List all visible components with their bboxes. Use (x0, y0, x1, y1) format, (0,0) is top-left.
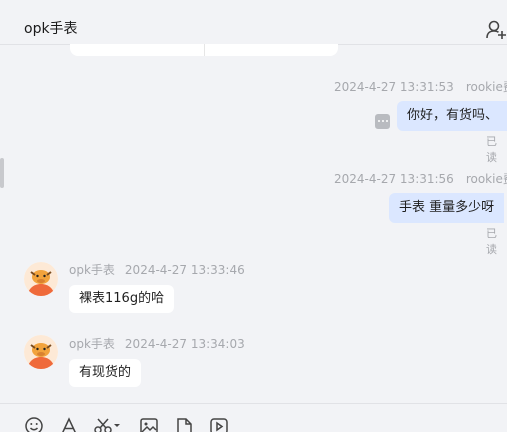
message-time: 2024-4-27 13:34:03 (124, 337, 245, 351)
message-meta: 2024-4-27 13:31:56 rookie费 (334, 170, 507, 187)
emoji-icon[interactable] (24, 416, 44, 432)
file-icon[interactable] (174, 416, 194, 432)
scissors-icon[interactable] (93, 416, 121, 432)
avatar[interactable] (24, 262, 58, 296)
image-icon[interactable] (139, 416, 159, 432)
message-bubble-self[interactable]: 手表 重量多少呀 (389, 193, 505, 223)
message-sender: rookie费 (465, 172, 507, 186)
video-icon[interactable] (209, 416, 229, 432)
read-status: 已读 (486, 135, 497, 164)
more-options-icon[interactable] (375, 114, 390, 129)
input-toolbar (0, 403, 507, 432)
chat-title: opk手表 (24, 21, 78, 37)
message-meta: 2024-4-27 13:31:53 rookie费 (334, 78, 507, 95)
font-icon[interactable] (59, 416, 79, 432)
message-bubble-other[interactable]: 裸表116g的哈 (69, 285, 175, 313)
message-sender: opk手表 (69, 337, 115, 351)
message-time: 2024-4-27 13:33:46 (124, 263, 245, 277)
previous-card-fragment (70, 44, 338, 56)
message-sender: rookie费 (465, 80, 507, 94)
chat-header: opk手表 (0, 0, 507, 45)
message-sender: opk手表 (69, 263, 115, 277)
message-meta: opk手表 2024-4-27 13:34:03 (69, 335, 245, 352)
message-meta: opk手表 2024-4-27 13:33:46 (69, 261, 245, 278)
read-status: 已读 (486, 227, 497, 256)
avatar[interactable] (24, 335, 58, 369)
card-divider (204, 44, 205, 56)
add-user-icon[interactable] (485, 19, 507, 41)
scrollbar-handle[interactable] (0, 158, 4, 188)
message-bubble-other[interactable]: 有现货的 (69, 359, 142, 387)
message-bubble-self[interactable]: 你好，有货吗、 (397, 101, 507, 131)
message-time: 2024-4-27 13:31:56 (334, 172, 454, 186)
message-time: 2024-4-27 13:31:53 (334, 80, 454, 94)
